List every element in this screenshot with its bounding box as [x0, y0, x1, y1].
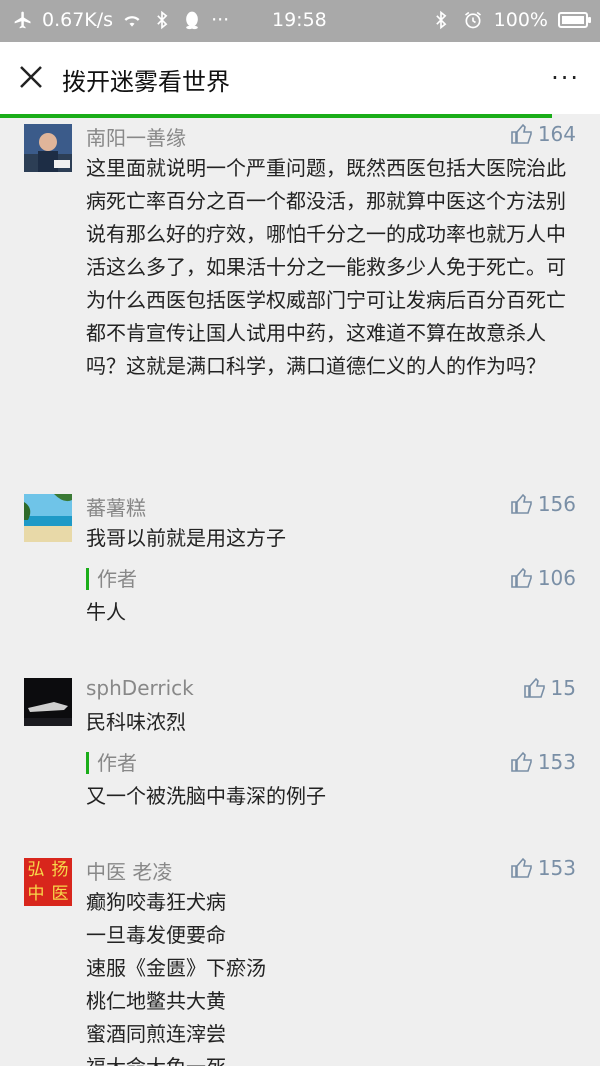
like-button[interactable]: 156 [510, 492, 576, 516]
comment-author[interactable]: 南阳一善缘 [86, 122, 186, 151]
comment-author[interactable]: 中医 老凌 [86, 856, 172, 885]
like-button[interactable]: 153 [510, 856, 576, 880]
more-menu-button[interactable]: ··· [551, 64, 580, 92]
wifi-icon [124, 16, 140, 27]
title-bar: 拨开迷雾看世界 ··· [0, 42, 600, 114]
more-notifications-icon: ··· [211, 9, 230, 31]
avatar-char: 医 [51, 884, 69, 904]
bluetooth-icon [157, 10, 168, 30]
author-reply-label: 作者 [86, 752, 137, 774]
author-reply-label: 作者 [86, 568, 137, 590]
like-count: 156 [537, 492, 576, 516]
comment-text: 民科味浓烈 [86, 710, 186, 734]
avatar-char: 扬 [51, 860, 69, 880]
page-title: 拨开迷雾看世界 [62, 68, 230, 96]
like-button[interactable]: 15 [523, 676, 576, 700]
comment-text: 我哥以前就是用这方子 [86, 526, 286, 550]
reply-like-button[interactable]: 153 [510, 750, 576, 774]
airplane-icon [14, 11, 31, 29]
thumbs-up-icon [511, 857, 532, 878]
thumbs-up-icon [511, 493, 532, 514]
battery-percent: 100% [493, 9, 548, 31]
avatar[interactable] [24, 678, 72, 726]
like-count: 153 [537, 856, 576, 880]
avatar-char: 弘 [27, 860, 45, 880]
thumbs-up-icon [511, 123, 532, 144]
qq-penguin-icon [186, 11, 198, 30]
thumbs-up-icon [511, 567, 532, 588]
bluetooth-icon [435, 10, 447, 30]
like-button[interactable]: 164 [510, 122, 576, 146]
alarm-icon [464, 11, 481, 29]
avatar-char: 中 [27, 884, 45, 904]
clock: 19:58 [272, 9, 327, 31]
author-reply-text: 牛人 [86, 600, 126, 624]
like-count: 106 [537, 566, 576, 590]
avatar[interactable]: 弘 扬 中 医 [24, 858, 72, 906]
status-bar: 0.67K/s ··· 19:58 100% [0, 0, 600, 42]
comment-text: 这里面就说明一个严重问题，既然西医包括大医院治此病死亡率百分之百一个都没活，那就… [86, 156, 566, 378]
comment-author[interactable]: sphDerrick [86, 676, 194, 700]
thumbs-up-icon [523, 677, 545, 698]
like-count: 153 [537, 750, 576, 774]
like-count: 15 [550, 676, 576, 700]
author-reply-text: 又一个被洗脑中毒深的例子 [86, 784, 326, 808]
battery-icon [558, 12, 591, 28]
avatar[interactable] [24, 494, 72, 542]
avatar[interactable] [24, 124, 72, 172]
network-speed: 0.67K/s [42, 9, 114, 31]
comment-text: 癫狗咬毒狂犬病 一旦毒发便要命 速服《金匮》下瘀汤 桃仁地鳖共大黄 蜜酒同煎连滓… [86, 890, 266, 1066]
comment-list: 南阳一善缘 164 这里面就说明一个严重问题，既然西医包括大医院治此病死亡率百分… [0, 118, 600, 1066]
close-icon[interactable] [18, 64, 44, 90]
like-count: 164 [537, 122, 576, 146]
reply-like-button[interactable]: 106 [510, 566, 576, 590]
comment-author[interactable]: 蕃薯糕 [86, 492, 146, 521]
thumbs-up-icon [511, 751, 532, 772]
